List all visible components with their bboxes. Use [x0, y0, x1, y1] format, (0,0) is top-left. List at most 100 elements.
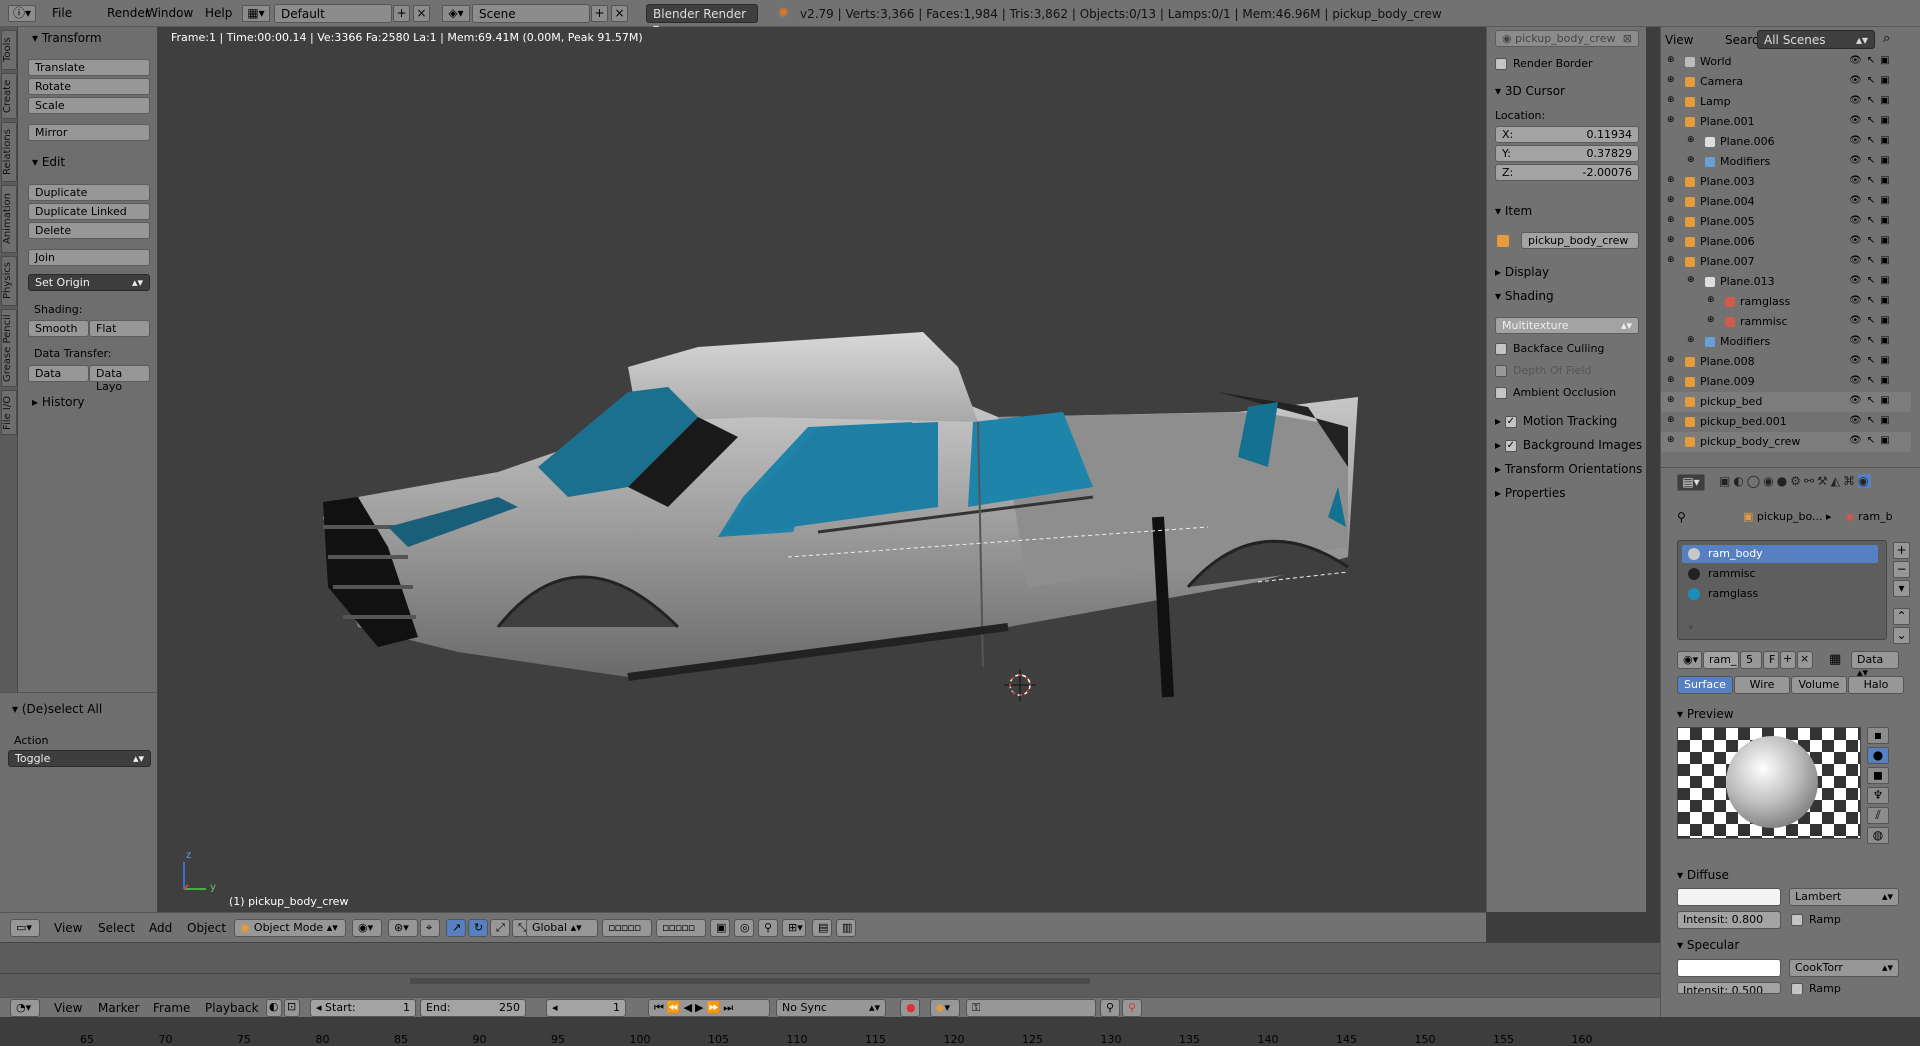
layout-field[interactable]: Default [274, 4, 392, 23]
restrict-icons[interactable]: 👁↖▣ [1849, 195, 1895, 206]
current-frame-field[interactable]: ◂ 1 [546, 999, 626, 1017]
translate-button[interactable]: Translate [28, 59, 150, 76]
material-slot[interactable]: rammisc [1682, 565, 1878, 583]
outliner-row[interactable]: ⊕ Modifiers 👁↖▣ [1661, 332, 1911, 352]
display-mode-select[interactable]: All Scenes ▴▾ [1757, 30, 1875, 49]
diffuse-intensity-field[interactable]: Intensit: 0.800 [1677, 911, 1781, 929]
tab-create[interactable]: Create [1, 73, 17, 119]
render-engine-select[interactable]: Blender Render ▾ [646, 4, 758, 35]
duplicate-linked-button[interactable]: Duplicate Linked [28, 203, 150, 220]
cursor-y-field[interactable]: Y: 0.37829 [1495, 145, 1639, 162]
3d-viewport[interactable]: z y [158, 27, 1486, 912]
timeline-marker-menu[interactable]: Marker [98, 1001, 139, 1015]
properties-panel-title[interactable]: ▸ Properties [1495, 486, 1566, 500]
item-panel-title[interactable]: ▾ Item [1495, 204, 1532, 218]
edit-panel-title[interactable]: ▾ Edit [32, 155, 65, 169]
expand-icon[interactable]: ⊕ [1667, 75, 1675, 85]
restrict-icons[interactable]: 👁↖▣ [1849, 355, 1895, 366]
editor-type-button[interactable]: ⓘ▾ [8, 5, 36, 22]
interaction-mode-select[interactable]: ▣ Object Mode ▴▾ [234, 919, 346, 937]
restrict-icons[interactable]: 👁↖▣ [1849, 275, 1895, 286]
outliner-row[interactable]: ⊕ Plane.003 👁↖▣ [1661, 172, 1911, 192]
restrict-icons[interactable]: 👁↖▣ [1849, 55, 1895, 66]
preview-panel-title[interactable]: ▾ Preview [1677, 707, 1734, 721]
diffuse-panel-title[interactable]: ▾ Diffuse [1677, 868, 1729, 882]
restrict-icons[interactable]: 👁↖▣ [1849, 215, 1895, 226]
fake-user-button[interactable]: F [1763, 651, 1779, 669]
insert-keyframe-icon[interactable]: ⚲ [1100, 999, 1120, 1017]
specular-color-swatch[interactable] [1677, 959, 1781, 977]
outliner-row[interactable]: ⊕ Plane.006 👁↖▣ [1661, 232, 1911, 252]
action-select[interactable]: Toggle ▴▾ [8, 750, 151, 767]
expand-icon[interactable]: ⊕ [1667, 115, 1675, 125]
restrict-icons[interactable]: 👁↖▣ [1849, 255, 1895, 266]
expand-icon[interactable]: ⊕ [1667, 395, 1675, 405]
outliner-row[interactable]: ⊕ pickup_bed 👁↖▣ [1661, 392, 1911, 412]
expand-icon[interactable]: ⊕ [1667, 95, 1675, 105]
cursor-z-field[interactable]: Z: -2.00076 [1495, 164, 1639, 181]
outliner-row[interactable]: ⊕ Plane.009 👁↖▣ [1661, 372, 1911, 392]
layout-icon-button[interactable]: ▦▾ [242, 5, 270, 22]
outliner-row[interactable]: ⊕ Plane.004 👁↖▣ [1661, 192, 1911, 212]
delete-button[interactable]: Delete [28, 222, 150, 239]
expand-icon[interactable]: ⊕ [1667, 355, 1675, 365]
outliner-search-icon[interactable]: ⌕ [1883, 31, 1890, 46]
restrict-icons[interactable]: 👁↖▣ [1849, 415, 1895, 426]
join-button[interactable]: Join [28, 249, 150, 266]
scene-field[interactable]: Scene [472, 4, 590, 23]
menu-window[interactable]: Window [146, 6, 193, 20]
scene-icon-button[interactable]: ◈▾ [442, 5, 470, 22]
properties-editor-type[interactable]: ▤▾ [1677, 474, 1705, 491]
preview-flat-icon[interactable]: ▪ [1867, 727, 1889, 744]
timeline-editor-type[interactable]: ◔▾ [10, 999, 40, 1017]
render-preview-icon[interactable]: ▤ [812, 919, 832, 937]
render-border-checkbox[interactable]: Render Border [1495, 57, 1593, 70]
expand-icon[interactable]: ⊕ [1667, 175, 1675, 185]
list-filter-icon[interactable]: ◦ [1688, 623, 1694, 634]
tab-surface[interactable]: Surface [1677, 676, 1733, 694]
move-slot-up-button[interactable]: ⌃ [1893, 608, 1910, 625]
snap-element-icon[interactable]: ⊞▾ [782, 919, 806, 937]
outliner-row[interactable]: ⊕ pickup_bed.001 👁↖▣ [1661, 412, 1911, 432]
outliner-row[interactable]: ⊕ Plane.001 👁↖▣ [1661, 112, 1911, 132]
restrict-icons[interactable]: 👁↖▣ [1849, 315, 1895, 326]
expand-icon[interactable]: ⊕ [1667, 235, 1675, 245]
property-context-tabs[interactable]: ▣◐◯◉●⚙⚯⚒◭⌘◉ [1719, 474, 1919, 492]
manipulator-toggle[interactable]: ⌖ [420, 919, 440, 937]
motion-tracking-panel[interactable]: ▸ ✓ Motion Tracking [1495, 414, 1617, 428]
diffuse-shader-select[interactable]: Lambert ▴▾ [1789, 888, 1899, 906]
diffuse-color-swatch[interactable] [1677, 888, 1781, 906]
translate-manipulator-icon[interactable]: ↗ [446, 919, 466, 937]
restrict-icons[interactable]: 👁↖▣ [1849, 75, 1895, 86]
preview-cube-icon[interactable]: ◼ [1867, 767, 1889, 784]
unlink-material-button[interactable]: × [1797, 651, 1813, 669]
menu-render[interactable]: Render [107, 6, 150, 20]
timeline-view-menu[interactable]: View [54, 1001, 82, 1015]
preview-type-buttons[interactable]: ▪ ● ◼ ♆ ⫽ ◍ [1867, 727, 1891, 847]
diffuse-ramp-checkbox[interactable]: Ramp [1791, 913, 1841, 926]
scene-layers-2[interactable]: ▫▫▫▫▫ [656, 919, 706, 937]
item-name-field[interactable]: pickup_body_crew [1521, 232, 1639, 249]
outliner-row[interactable]: ⊕ Plane.008 👁↖▣ [1661, 352, 1911, 372]
outliner-row[interactable]: ⊕ Plane.007 👁↖▣ [1661, 252, 1911, 272]
scene-add-button[interactable]: + [591, 5, 608, 22]
end-frame-field[interactable]: End: 250 [420, 999, 526, 1017]
expand-icon[interactable]: ⊕ [1667, 195, 1675, 205]
slot-specials-button[interactable]: ▾ [1893, 580, 1910, 597]
tab-animation[interactable]: Animation [1, 185, 17, 253]
outliner-row[interactable]: ⊕ Plane.005 👁↖▣ [1661, 212, 1911, 232]
operator-title[interactable]: ▾ (De)select All [12, 702, 102, 716]
material-link-select[interactable]: Data ▴▾ [1851, 651, 1899, 679]
object-menu[interactable]: Object [187, 921, 226, 935]
outliner-row[interactable]: ⊕ pickup_body_crew 👁↖▣ [1661, 432, 1911, 452]
expand-icon[interactable]: ⊕ [1667, 215, 1675, 225]
specular-intensity-field[interactable]: Intensit: 0.500 [1677, 982, 1781, 994]
timeline-area[interactable] [0, 942, 1660, 997]
flat-button[interactable]: Flat [89, 320, 150, 337]
playback-controls[interactable]: ⏮⏪◀▶⏩⏭ [648, 999, 770, 1017]
material-slot[interactable]: ramglass [1682, 585, 1878, 603]
scale-button[interactable]: Scale [28, 97, 150, 114]
history-panel-title[interactable]: ▸ History [32, 395, 85, 409]
sidebar-search[interactable]: ◉ pickup_body_crew ⊠ [1495, 30, 1639, 47]
outliner-view-menu[interactable]: View [1665, 33, 1693, 47]
